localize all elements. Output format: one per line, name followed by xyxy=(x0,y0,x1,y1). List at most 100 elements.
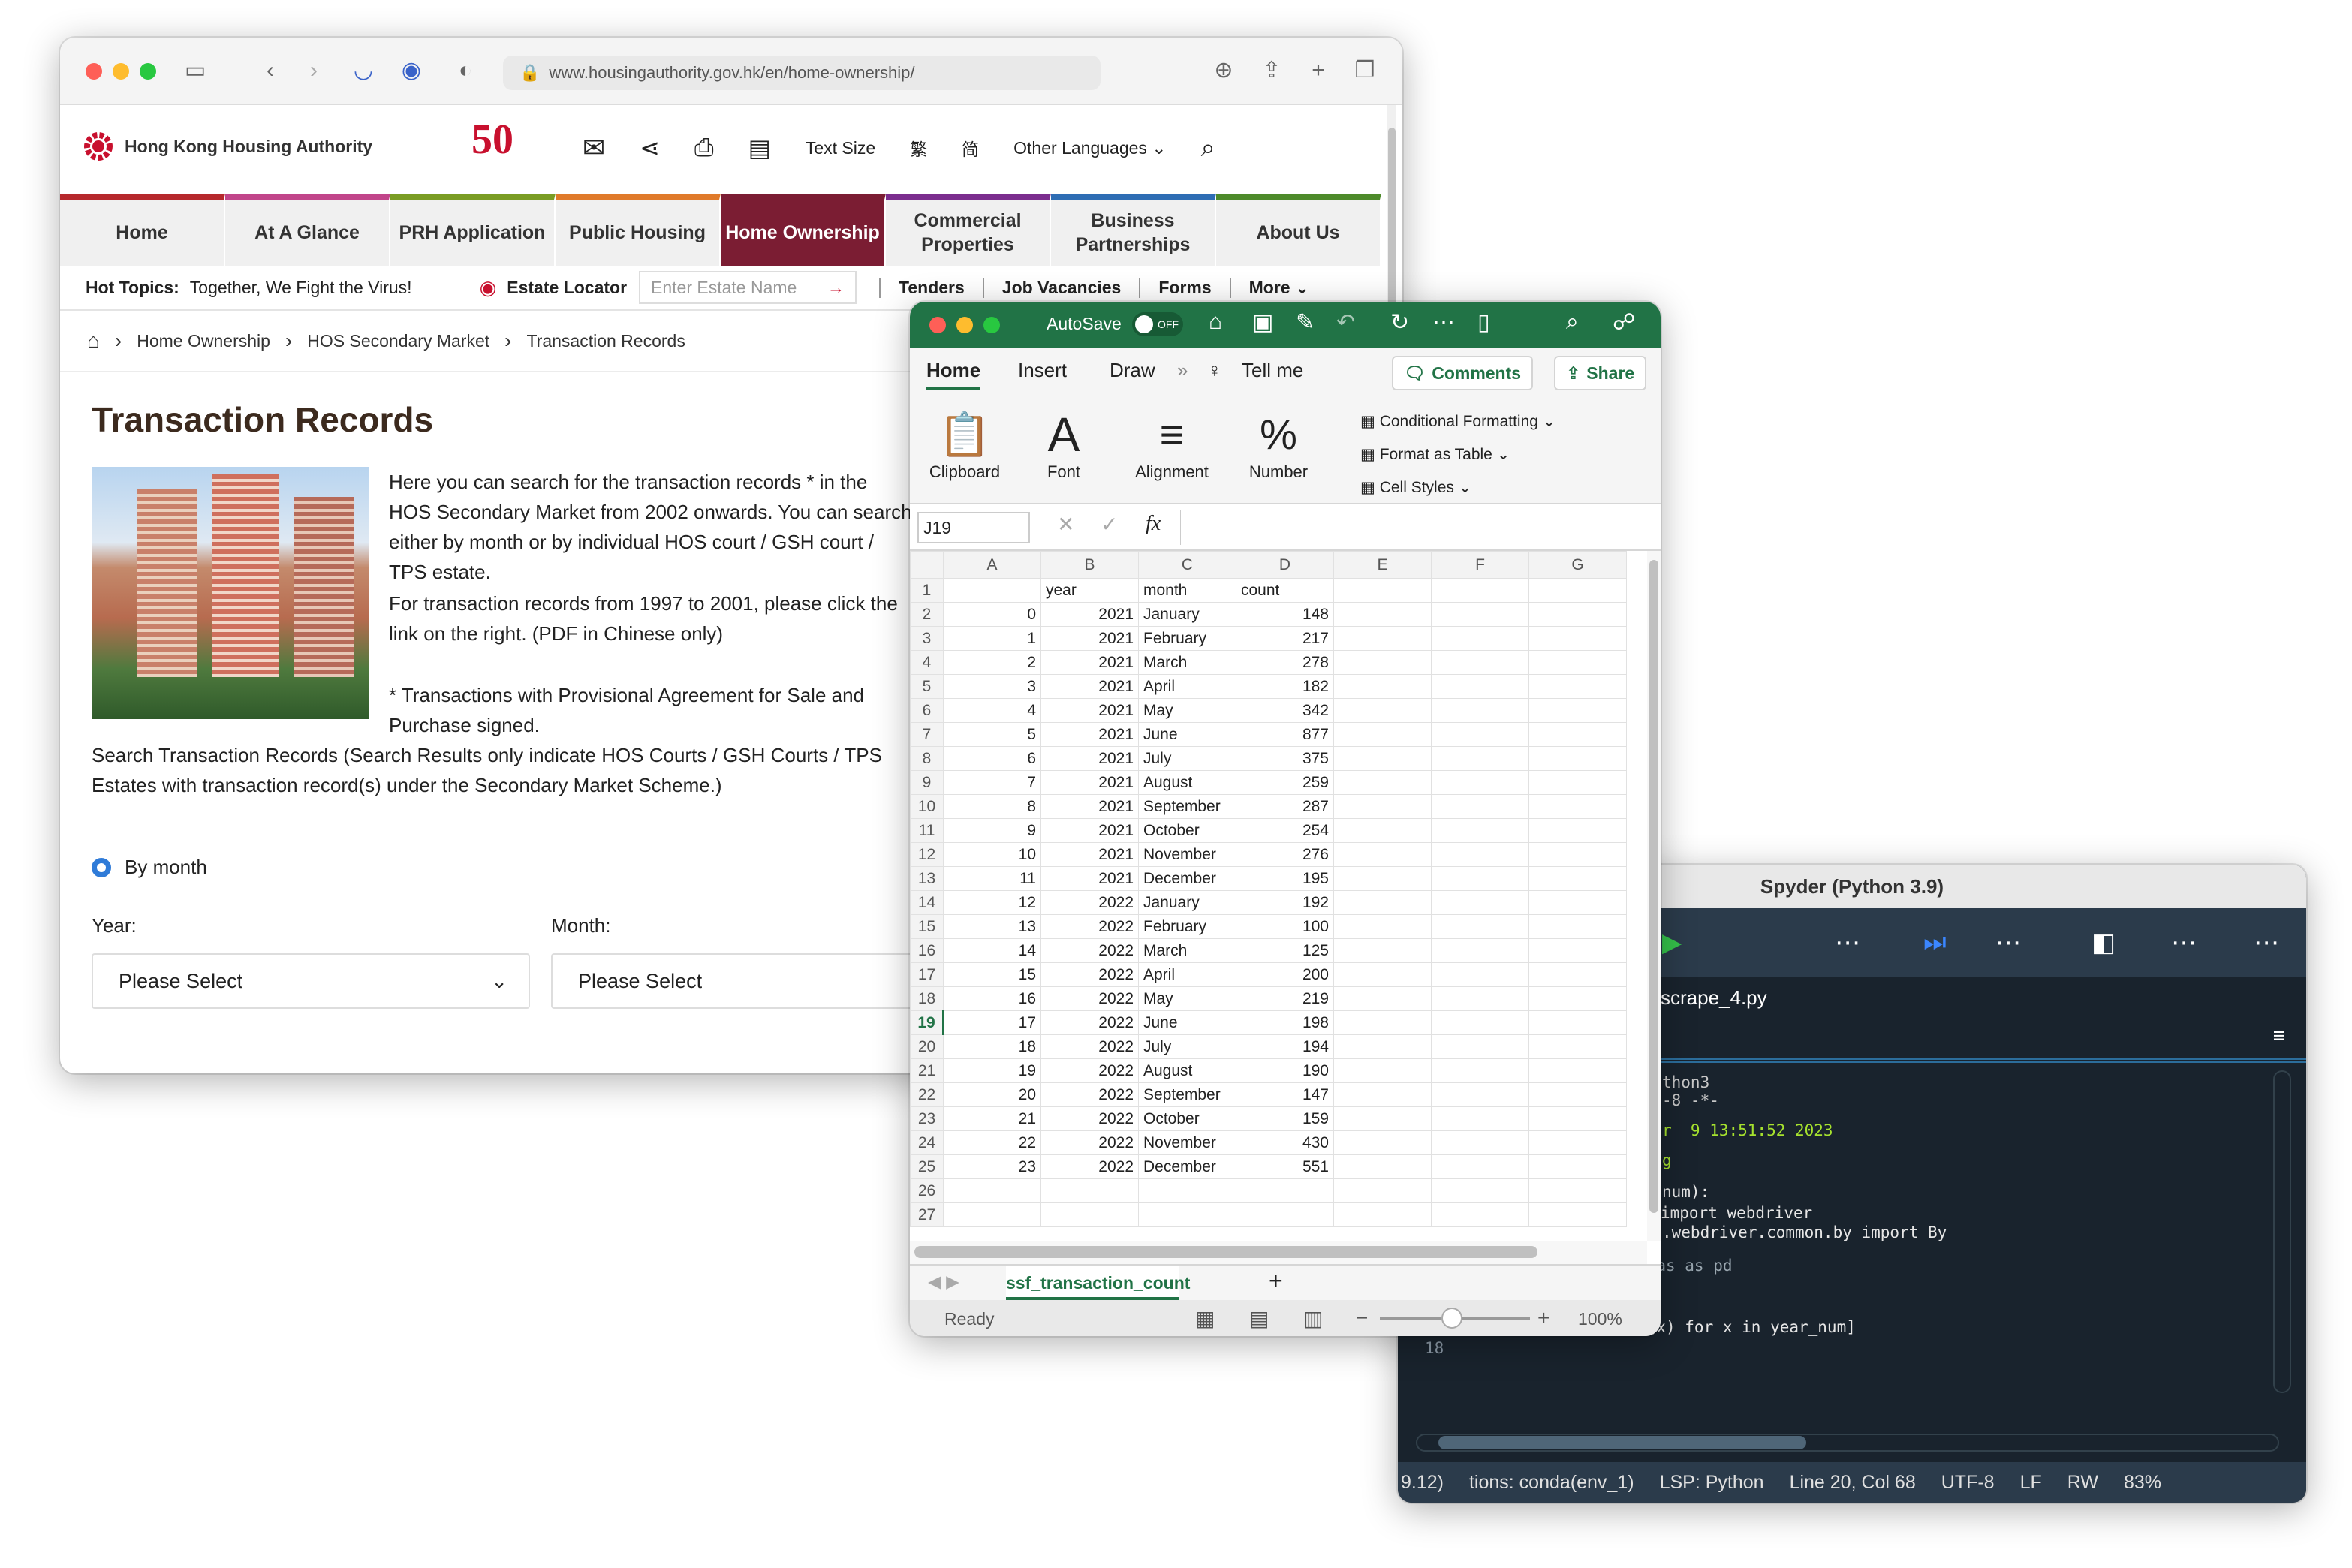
cell[interactable] xyxy=(1333,842,1432,867)
share-page-icon[interactable]: ⋖ xyxy=(640,134,660,162)
cell[interactable]: 148 xyxy=(1236,602,1334,627)
cell[interactable]: March xyxy=(1138,650,1236,675)
cell[interactable]: 200 xyxy=(1236,962,1334,987)
cell[interactable]: July xyxy=(1138,1034,1236,1059)
redo-icon[interactable]: ↻ xyxy=(1390,309,1409,336)
cell[interactable]: November xyxy=(1138,842,1236,867)
row-header[interactable]: 22 xyxy=(910,1082,944,1107)
row-header[interactable]: 17 xyxy=(910,962,944,987)
cell[interactable] xyxy=(1333,626,1432,651)
cell[interactable]: 2021 xyxy=(1040,650,1139,675)
more-icon-4[interactable]: ⋯ xyxy=(2254,928,2279,958)
cell[interactable] xyxy=(1528,1130,1627,1155)
share-button[interactable]: ⇪ Share xyxy=(1554,356,1647,390)
zoom-button[interactable] xyxy=(140,63,156,80)
cell[interactable] xyxy=(1333,1058,1432,1083)
cell[interactable]: 1 xyxy=(943,626,1041,651)
cell[interactable] xyxy=(1528,698,1627,723)
quick-link[interactable]: Forms xyxy=(1139,277,1229,298)
cell[interactable] xyxy=(1431,1178,1529,1203)
more-icon-3[interactable]: ⋯ xyxy=(2171,928,2197,958)
cell[interactable]: August xyxy=(1138,770,1236,795)
hscrollbar-thumb[interactable] xyxy=(914,1246,1537,1258)
cell[interactable]: 342 xyxy=(1236,698,1334,723)
row-header[interactable]: 18 xyxy=(910,986,944,1011)
cell[interactable]: 23 xyxy=(943,1154,1041,1179)
cell[interactable]: 2022 xyxy=(1040,938,1139,963)
cell[interactable] xyxy=(1333,890,1432,915)
cell[interactable]: 2022 xyxy=(1040,1082,1139,1107)
cell[interactable]: 192 xyxy=(1236,890,1334,915)
cell[interactable]: 2021 xyxy=(1040,602,1139,627)
close-button[interactable] xyxy=(86,63,102,80)
check-icon[interactable]: ✓ xyxy=(1101,512,1118,537)
cell[interactable] xyxy=(1431,1082,1529,1107)
tab-tell-me[interactable]: Tell me xyxy=(1242,359,1303,382)
more-tabs-icon[interactable]: » xyxy=(1177,359,1188,382)
cell[interactable]: 194 xyxy=(1236,1034,1334,1059)
org-name[interactable]: Hong Kong Housing Authority xyxy=(125,137,372,157)
cell[interactable]: July xyxy=(1138,746,1236,771)
cell[interactable]: 5 xyxy=(943,722,1041,747)
nav-item-4[interactable]: Home Ownership xyxy=(721,194,886,266)
column-header[interactable]: A xyxy=(943,551,1041,579)
cell[interactable] xyxy=(1528,1058,1627,1083)
spreadsheet-grid[interactable]: A B C D E F G 1 year month count 2 0 2021 January 148 3 1… xyxy=(910,551,1647,1241)
hscrollbar-thumb[interactable] xyxy=(1438,1436,1806,1449)
cell[interactable] xyxy=(1431,986,1529,1011)
cell[interactable]: 190 xyxy=(1236,1058,1334,1083)
more-icon-2[interactable]: ⋯ xyxy=(1995,928,2021,958)
cell[interactable] xyxy=(1333,1010,1432,1035)
cell[interactable]: 551 xyxy=(1236,1154,1334,1179)
cell[interactable]: 2022 xyxy=(1040,914,1139,939)
row-header[interactable]: 26 xyxy=(910,1178,944,1203)
cell[interactable] xyxy=(1431,794,1529,819)
zoom-out-icon[interactable]: − xyxy=(1356,1306,1368,1330)
cell[interactable]: 8 xyxy=(943,794,1041,819)
alignment-group[interactable]: ≡ Alignment xyxy=(1123,407,1221,482)
month-select[interactable]: Please Select xyxy=(551,953,941,1009)
cell[interactable] xyxy=(1528,794,1627,819)
nav-item-1[interactable]: At A Glance xyxy=(225,194,390,266)
cell[interactable]: count xyxy=(1236,578,1334,603)
function-icon[interactable]: fx xyxy=(1146,512,1161,536)
cell[interactable]: 217 xyxy=(1236,626,1334,651)
cell[interactable]: 6 xyxy=(943,746,1041,771)
nav-item-3[interactable]: Public Housing xyxy=(556,194,721,266)
cell[interactable]: 198 xyxy=(1236,1010,1334,1035)
row-header[interactable]: 12 xyxy=(910,842,944,867)
cell[interactable] xyxy=(1431,1154,1529,1179)
cell-styles-button[interactable]: ▦ Cell Styles ⌄ xyxy=(1360,471,1555,504)
format-as-table-button[interactable]: ▦ Format as Table ⌄ xyxy=(1360,438,1555,471)
cell[interactable]: 9 xyxy=(943,818,1041,843)
cell[interactable]: October xyxy=(1138,818,1236,843)
cell[interactable]: October xyxy=(1138,1106,1236,1131)
cell[interactable] xyxy=(1431,938,1529,963)
row-header[interactable]: 5 xyxy=(910,674,944,699)
cell[interactable]: 2022 xyxy=(1040,1154,1139,1179)
cell[interactable] xyxy=(1431,914,1529,939)
cell[interactable] xyxy=(1528,1178,1627,1203)
cell[interactable]: 21 xyxy=(943,1106,1041,1131)
cell[interactable]: June xyxy=(1138,1010,1236,1035)
excel-minimize-button[interactable] xyxy=(956,317,973,333)
cell[interactable] xyxy=(1431,1106,1529,1131)
editor-tab-file[interactable]: scrape_4.py xyxy=(1661,986,1767,1010)
cell[interactable]: 2021 xyxy=(1040,698,1139,723)
edit-icon[interactable]: ✎ xyxy=(1296,309,1315,336)
home-icon[interactable]: ⌂ xyxy=(1209,309,1222,335)
minimize-button[interactable] xyxy=(113,63,129,80)
cell[interactable] xyxy=(1431,1058,1529,1083)
tab-home[interactable]: Home xyxy=(926,359,981,390)
editor-hscrollbar[interactable] xyxy=(1416,1434,2279,1452)
cell[interactable] xyxy=(1528,866,1627,891)
cell[interactable]: 2022 xyxy=(1040,1058,1139,1083)
excel-close-button[interactable] xyxy=(929,317,946,333)
cell[interactable]: 22 xyxy=(943,1130,1041,1155)
cell[interactable]: June xyxy=(1138,722,1236,747)
forward-icon[interactable]: › xyxy=(299,56,329,86)
cell[interactable] xyxy=(1333,698,1432,723)
cell[interactable]: September xyxy=(1138,1082,1236,1107)
cell[interactable]: 2021 xyxy=(1040,842,1139,867)
options-menu-icon[interactable]: ≡ xyxy=(2273,1024,2285,1048)
